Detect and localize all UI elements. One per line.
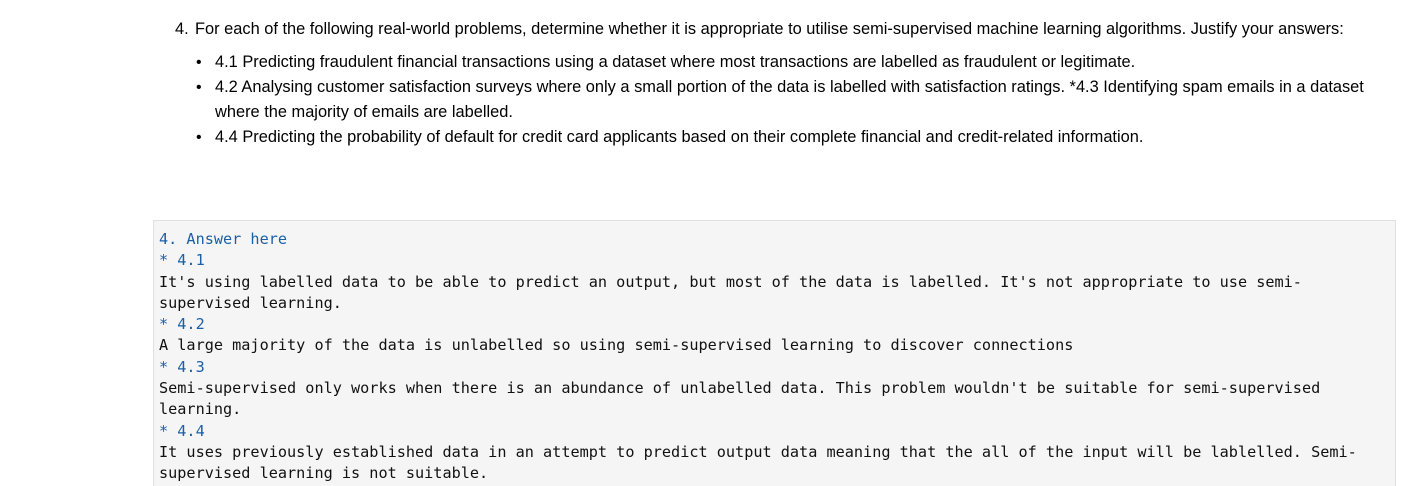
answer-text-line: A large majority of the data is unlabell… [159, 336, 1074, 355]
answer-bullet-line: * 4.2 [159, 315, 205, 334]
bullet-icon: • [196, 129, 202, 146]
answer-bullet-line: * 4.4 [159, 421, 205, 440]
answer-bullet-line: * 4.1 [159, 251, 205, 270]
question-markdown-cell[interactable]: 4. For each of the following real-world … [175, 17, 1375, 150]
question-list: 4. For each of the following real-world … [175, 17, 1375, 150]
question-item: 4. For each of the following real-world … [175, 17, 1375, 150]
sub-question-text: 4.4 Predicting the probability of defaul… [215, 128, 1144, 146]
sub-question-item: • 4.1 Predicting fraudulent financial tr… [195, 50, 1375, 75]
question-number: 4. [175, 20, 189, 38]
sub-question-list: • 4.1 Predicting fraudulent financial tr… [195, 50, 1375, 150]
sub-question-text: 4.1 Predicting fraudulent financial tran… [215, 53, 1136, 71]
answer-text-line: It uses previously established data in a… [159, 442, 1357, 483]
bullet-icon: • [196, 79, 202, 96]
answer-text-line: Semi-supervised only works when there is… [159, 379, 1330, 419]
answer-text-line: It's using labelled data to be able to p… [159, 272, 1302, 312]
answer-editor-cell[interactable]: 4. Answer here * 4.1 It's using labelled… [153, 220, 1396, 486]
sub-question-text: 4.2 Analysing customer satisfaction surv… [215, 78, 1364, 121]
sub-question-item: • 4.4 Predicting the probability of defa… [195, 125, 1375, 150]
bullet-icon: • [196, 54, 202, 71]
answer-heading-line: 4. Answer here [159, 230, 288, 248]
question-text: For each of the following real-world pro… [195, 20, 1344, 38]
answer-bullet-line: * 4.3 [159, 357, 205, 376]
sub-question-item: • 4.2 Analysing customer satisfaction su… [195, 75, 1375, 125]
